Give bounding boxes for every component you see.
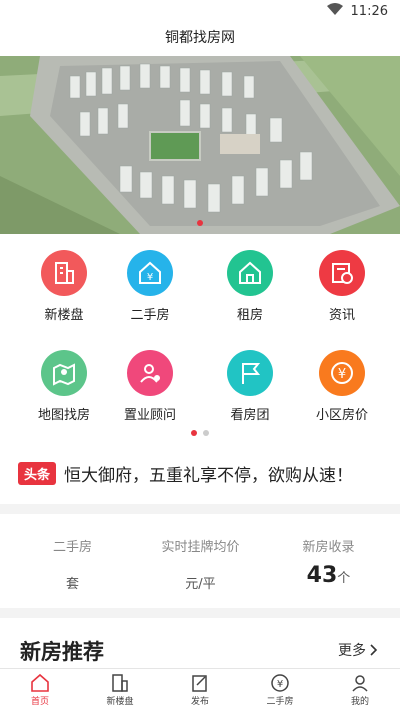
grid-page-indicator [0,430,400,436]
grid-item-second-hand[interactable]: ¥ 二手房 [100,234,200,334]
section-divider [0,504,400,514]
stat-unit: 元/平 [185,577,216,592]
banner-indicator [0,220,400,226]
tab-label: 发布 [190,697,209,707]
grid-item-label: 小区房价 [315,408,368,423]
yuan-house-icon: ¥ [127,250,173,296]
edit-icon [192,675,207,692]
stat-label: 二手房 [52,540,92,555]
stat-value: 元/平 [134,569,267,594]
headline-news[interactable]: 头条 恒大御府，五重礼享不停，欲购从速！ [0,450,400,496]
status-bar-right: 11:26 [326,3,388,19]
advisor-icon [127,350,173,396]
chevron-right-icon [370,644,378,656]
stat-new-house[interactable]: 新房收录 43个 [262,514,395,608]
grid-item-advisor[interactable]: 置业顾问 [100,334,200,434]
banner-image [0,56,400,234]
grid-item-new-property[interactable]: 新楼盘 [14,234,114,334]
grid-item-tour-group[interactable]: 看房团 [200,334,300,434]
tab-home[interactable]: 首页 [0,669,80,710]
more-label: 更多 [338,643,366,659]
status-time: 11:26 [350,3,388,19]
stat-value: 套 [6,569,139,594]
wifi-icon [326,3,343,19]
grid-dot-2 [203,430,209,436]
headline-text: 恒大御府，五重礼享不停，欲购从速！ [64,465,354,486]
feature-grid: 新楼盘 ¥ 二手房 租房 资讯 地图找房 置业顾问 看房团 ¥ 小区房价 [0,234,400,444]
banner-carousel[interactable] [0,56,400,234]
svg-text:¥: ¥ [277,679,283,690]
more-link[interactable]: 更多 [338,640,378,660]
stat-number: 43 [306,563,338,588]
headline-badge: 头条 [18,461,57,485]
building-icon [112,674,128,692]
grid-item-label: 置业顾问 [123,408,176,423]
stat-label: 实时挂牌均价 [161,540,240,555]
building-icon [41,250,87,296]
grid-item-label: 二手房 [130,308,170,323]
stat-second-hand[interactable]: 二手房 套 [6,514,139,608]
stat-value: 43个 [262,563,395,588]
tab-label: 首页 [30,697,49,707]
grid-item-label: 租房 [236,308,263,323]
new-house-recommend-header: 新房推荐 更多 [0,618,400,668]
stat-avg-price[interactable]: 实时挂牌均价 元/平 [134,514,267,608]
grid-item-label: 看房团 [230,408,270,423]
section-title: 新房推荐 [20,640,104,664]
news-clock-icon [319,250,365,296]
grid-item-map-search[interactable]: 地图找房 [14,334,114,434]
svg-text:¥: ¥ [338,367,346,382]
grid-dot-1 [191,430,197,436]
tab-publish[interactable]: 发布 [160,669,240,710]
grid-item-community-price[interactable]: ¥ 小区房价 [292,334,392,434]
grid-item-rent[interactable]: 租房 [200,234,300,334]
tab-second-hand[interactable]: ¥ 二手房 [240,669,320,710]
grid-item-news[interactable]: 资讯 [292,234,392,334]
tab-mine[interactable]: 我的 [320,669,400,710]
stat-label: 新房收录 [302,540,355,555]
grid-item-label: 地图找房 [37,408,90,423]
banner-dot [197,220,203,226]
house-icon [227,250,273,296]
section-divider [0,608,400,618]
app-title-bar: 铜都找房网 [0,24,400,56]
bottom-tab-bar: 首页 新楼盘 发布 ¥ 二手房 我的 [0,668,400,710]
tab-label: 二手房 [266,697,294,707]
app-title: 铜都找房网 [165,30,235,46]
flag-icon [227,350,273,396]
tab-label: 新楼盘 [106,697,134,707]
grid-item-label: 新楼盘 [44,308,84,323]
tab-new-property[interactable]: 新楼盘 [80,669,160,710]
tab-label: 我的 [350,697,369,707]
yuan-icon: ¥ [271,674,289,692]
stat-unit: 套 [65,577,79,592]
grid-item-label: 资讯 [328,308,355,323]
status-bar: 11:26 [0,0,400,24]
svg-text:¥: ¥ [147,272,153,283]
yuan-coin-icon: ¥ [319,350,365,396]
user-icon [352,675,368,692]
map-pin-icon [41,350,87,396]
home-icon [31,673,49,692]
stat-unit: 个 [337,571,351,586]
market-stats: 二手房 套 实时挂牌均价 元/平 新房收录 43个 [0,514,400,608]
